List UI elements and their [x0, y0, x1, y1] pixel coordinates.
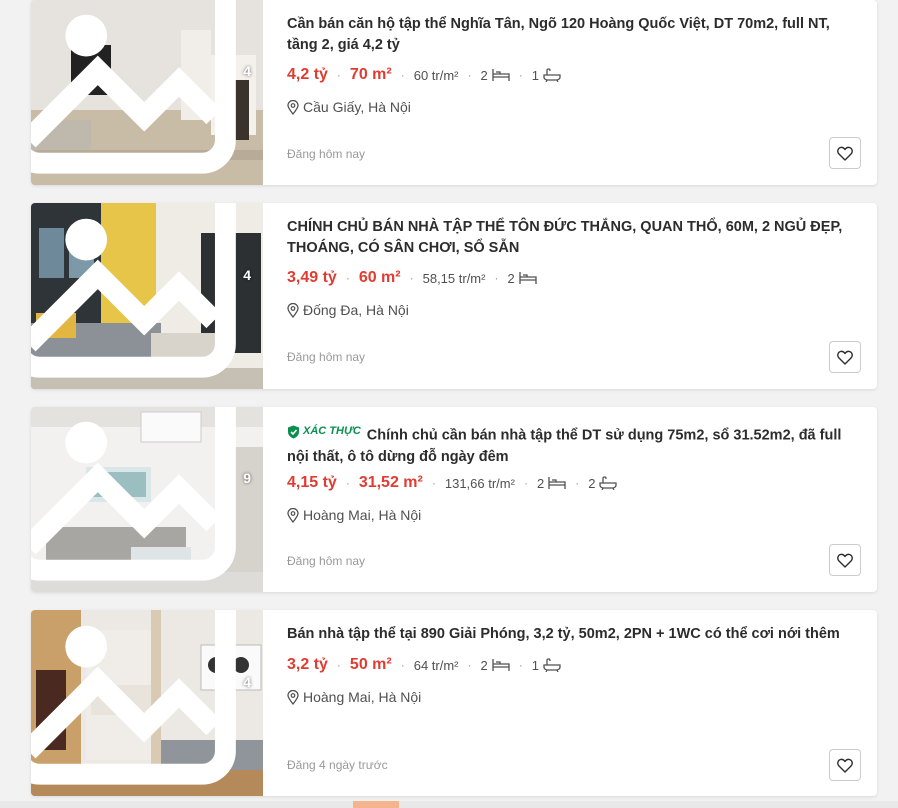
image-gallery-icon: [31, 610, 237, 785]
listing-bedrooms: 2: [507, 270, 537, 286]
listing-info: Cần bán căn hộ tập thể Nghĩa Tân, Ngõ 12…: [287, 0, 861, 185]
listing-card[interactable]: 9 XÁC THỰC Chính chủ cần bán nhà tập thể…: [31, 407, 877, 592]
listing-price-per-m2: 131,66 tr/m²: [444, 475, 515, 491]
listing-thumbnail[interactable]: 4: [31, 0, 263, 185]
listing-bathrooms: 2: [588, 475, 618, 491]
listing-title[interactable]: XÁC THỰC Chính chủ cần bán nhà tập thể D…: [287, 421, 861, 468]
favorite-button[interactable]: [829, 544, 861, 576]
listing-area: 31,52 m²: [358, 474, 423, 491]
bed-icon: [548, 477, 566, 489]
heart-icon: [837, 553, 853, 568]
bathtub-icon: [599, 476, 618, 490]
listing-price: 4,15 tỷ: [287, 474, 337, 491]
verified-badge: XÁC THỰC: [287, 421, 361, 442]
posted-date: Đăng 4 ngày trước: [287, 758, 388, 772]
scrollbar-thumb[interactable]: [353, 801, 399, 808]
bedrooms-count: 2: [480, 67, 488, 83]
listing-location: Hoàng Mai, Hà Nội: [287, 689, 421, 705]
favorite-button[interactable]: [829, 341, 861, 373]
listing-info: Bán nhà tập thể tại 890 Giải Phóng, 3,2 …: [287, 610, 861, 796]
listing-area: 50 m²: [349, 656, 392, 673]
bed-icon: [519, 272, 537, 284]
listing-title[interactable]: Bán nhà tập thể tại 890 Giải Phóng, 3,2 …: [287, 624, 861, 645]
photo-count: 4: [31, 610, 251, 786]
listing-thumbnail[interactable]: 9: [31, 407, 263, 592]
bathrooms-count: 2: [588, 475, 596, 491]
photo-count-label: 4: [243, 266, 251, 283]
photo-count: 9: [31, 407, 251, 582]
listing-bathrooms: 1: [532, 658, 561, 673]
heart-icon: [837, 146, 853, 161]
posted-date: Đăng hôm nay: [287, 554, 366, 568]
listing-meta: 4,15 tỷ · 31,52 m² · 131,66 tr/m² · 2 · …: [287, 474, 618, 492]
listing-meta: 3,2 tỷ · 50 m² · 64 tr/m² · 2 · 1: [287, 656, 561, 674]
bedrooms-count: 2: [536, 475, 545, 491]
listing-card[interactable]: 4 Bán nhà tập thể tại 890 Giải Phóng, 3,…: [31, 610, 877, 796]
location-text: Đống Đa, Hà Nội: [303, 302, 409, 318]
image-gallery-icon: [31, 203, 237, 378]
listing-meta: 4,2 tỷ · 70 m² · 60 tr/m² · 2 · 1: [287, 66, 561, 84]
listing-bedrooms: 2: [481, 68, 510, 83]
photo-count: 4: [31, 203, 251, 379]
listing-price-per-m2: 64 tr/m²: [413, 657, 459, 673]
image-gallery-icon: [31, 407, 237, 581]
location-text: Cầu Giấy, Hà Nội: [303, 99, 411, 115]
listing-thumbnail[interactable]: 4: [31, 203, 263, 389]
map-pin-icon: [287, 302, 299, 318]
location-text: Hoàng Mai, Hà Nội: [303, 507, 422, 523]
listing-card[interactable]: 4 Cần bán căn hộ tập thể Nghĩa Tân, Ngõ …: [31, 0, 877, 185]
bathrooms-count: 1: [531, 657, 539, 673]
listing-bathrooms: 1: [532, 68, 561, 83]
favorite-button[interactable]: [829, 749, 861, 781]
listing-card[interactable]: 4 CHÍNH CHỦ BÁN NHÀ TẬP THỂ TÔN ĐỨC THẮN…: [31, 203, 877, 389]
listing-area: 70 m²: [349, 66, 392, 83]
listing-location: Đống Đa, Hà Nội: [287, 302, 409, 318]
listing-location: Hoàng Mai, Hà Nội: [287, 507, 421, 523]
listing-location: Cầu Giấy, Hà Nội: [287, 99, 411, 115]
listing-info: XÁC THỰC Chính chủ cần bán nhà tập thể D…: [287, 407, 861, 592]
photo-count: 4: [31, 0, 251, 175]
posted-date: Đăng hôm nay: [287, 147, 366, 161]
bed-icon: [492, 659, 510, 671]
photo-count-label: 4: [243, 673, 251, 690]
listing-bedrooms: 2: [537, 476, 566, 491]
listing-price-per-m2: 58,15 tr/m²: [422, 270, 486, 286]
listing-title-text[interactable]: CHÍNH CHỦ BÁN NHÀ TẬP THỂ TÔN ĐỨC THẮNG,…: [287, 219, 842, 256]
bedrooms-count: 2: [480, 657, 488, 673]
image-gallery-icon: [31, 0, 237, 174]
map-pin-icon: [287, 689, 299, 705]
posted-date: Đăng hôm nay: [287, 350, 366, 364]
listing-title-text[interactable]: Chính chủ cần bán nhà tập thể DT sử dụng…: [287, 428, 841, 465]
listing-price: 3,2 tỷ: [287, 656, 328, 673]
map-pin-icon: [287, 507, 299, 523]
favorite-button[interactable]: [829, 137, 861, 169]
heart-icon: [837, 758, 853, 773]
heart-icon: [837, 350, 853, 365]
listing-price-per-m2: 60 tr/m²: [413, 67, 459, 83]
photo-count-label: 9: [243, 469, 251, 486]
listing-thumbnail[interactable]: 4: [31, 610, 263, 796]
map-pin-icon: [287, 99, 299, 115]
listing-title[interactable]: Cần bán căn hộ tập thể Nghĩa Tân, Ngõ 12…: [287, 14, 861, 56]
photo-count-label: 4: [243, 62, 251, 79]
listing-area: 60 m²: [358, 269, 401, 286]
listing-title-text[interactable]: Bán nhà tập thể tại 890 Giải Phóng, 3,2 …: [287, 626, 840, 642]
bathrooms-count: 1: [531, 67, 539, 83]
listing-price: 3,49 tỷ: [287, 269, 337, 286]
bedrooms-count: 2: [507, 270, 515, 286]
listing-price: 4,2 tỷ: [287, 66, 328, 83]
listing-info: CHÍNH CHỦ BÁN NHÀ TẬP THỂ TÔN ĐỨC THẮNG,…: [287, 203, 861, 389]
horizontal-scrollbar[interactable]: [0, 801, 898, 808]
listing-title[interactable]: CHÍNH CHỦ BÁN NHÀ TẬP THỂ TÔN ĐỨC THẮNG,…: [287, 217, 861, 259]
verified-label: XÁC THỰC: [303, 425, 361, 437]
bathtub-icon: [543, 658, 561, 672]
location-text: Hoàng Mai, Hà Nội: [303, 689, 422, 705]
listing-title-text[interactable]: Cần bán căn hộ tập thể Nghĩa Tân, Ngõ 12…: [287, 16, 830, 53]
listing-meta: 3,49 tỷ · 60 m² · 58,15 tr/m² · 2: [287, 269, 537, 287]
listing-bedrooms: 2: [481, 658, 510, 673]
bathtub-icon: [543, 68, 561, 82]
shield-check-icon: [288, 425, 299, 438]
bed-icon: [492, 69, 510, 81]
